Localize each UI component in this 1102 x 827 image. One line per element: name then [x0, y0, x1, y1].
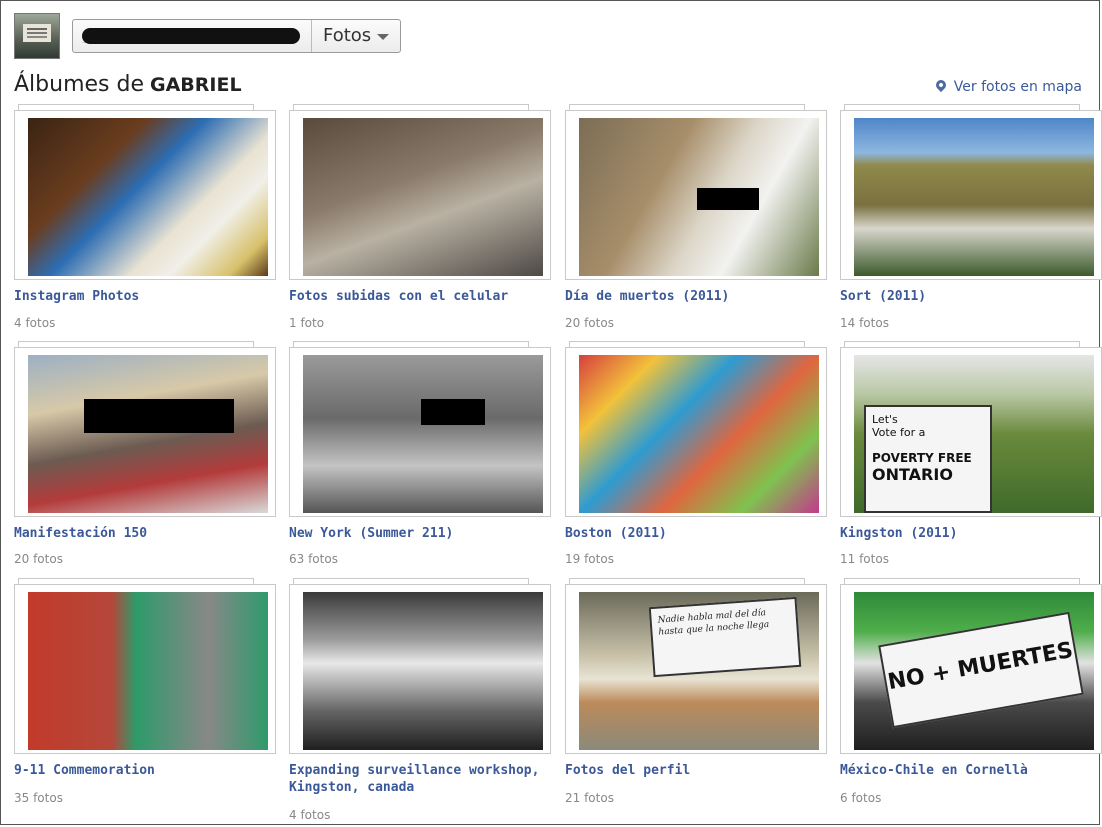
album-title[interactable]: New York (Summer 211) — [289, 525, 553, 542]
photo-sign: Nadie habla mal del día hasta que la noc… — [648, 596, 802, 678]
album-photo[interactable]: NO + MUERTES — [854, 592, 1094, 750]
album-title[interactable]: Manifestación 150 — [14, 525, 278, 542]
album-cover[interactable] — [289, 104, 551, 280]
view-photos-on-map-link[interactable]: Ver fotos en mapa — [933, 77, 1082, 95]
album-photo-count: 21 fotos — [565, 791, 614, 805]
album-photo-count: 1 foto — [289, 316, 325, 330]
title-row: Álbumes de GABRIEL Ver fotos en mapa — [14, 72, 1094, 102]
view-photos-on-map-label: Ver fotos en mapa — [953, 79, 1082, 95]
album-photo[interactable] — [579, 355, 819, 513]
page-title-prefix: Álbumes de — [14, 72, 144, 97]
photo-sign-text: Vote for a — [872, 426, 926, 439]
redaction-bar — [697, 188, 759, 210]
profile-thumbnail[interactable] — [14, 13, 60, 59]
page-title: Álbumes de GABRIEL — [14, 72, 242, 97]
album-photo-count: 20 fotos — [565, 316, 614, 330]
album-title[interactable]: Fotos del perfil — [565, 762, 829, 779]
album-cover[interactable] — [289, 578, 551, 754]
album-photo[interactable] — [854, 118, 1094, 276]
album-title[interactable]: Kingston (2011) — [840, 525, 1102, 542]
photo-banner: NO + MUERTES — [878, 611, 1084, 729]
album-photo[interactable]: Nadie habla mal del día hasta que la noc… — [579, 592, 819, 750]
album-photo[interactable] — [303, 118, 543, 276]
album-cover[interactable] — [14, 341, 276, 517]
album-photo-count: 20 fotos — [14, 552, 63, 566]
breadcrumb: Alejandro Rübén Fotos — [72, 19, 401, 53]
breadcrumb-divider — [311, 20, 312, 52]
album-photo-count: 11 fotos — [840, 552, 889, 566]
album-photo-count: 4 fotos — [14, 316, 56, 330]
album-photo[interactable] — [28, 592, 268, 750]
album-photo-count: 35 fotos — [14, 791, 63, 805]
album-cover[interactable] — [289, 341, 551, 517]
photo-sign-text: ONTARIO — [872, 465, 953, 484]
page-title-owner: GABRIEL — [150, 74, 242, 96]
album-cover[interactable] — [565, 341, 827, 517]
breadcrumb-profile-name[interactable]: Alejandro Rübén — [82, 28, 300, 44]
redaction-bar — [84, 399, 234, 433]
album-photo-count: 6 fotos — [840, 791, 882, 805]
album-title[interactable]: 9-11 Commemoration — [14, 762, 278, 779]
chevron-down-icon[interactable] — [377, 34, 389, 40]
album-title[interactable]: Sort (2011) — [840, 288, 1102, 305]
album-photo[interactable] — [303, 355, 543, 513]
photo-sign-text: POVERTY FREE — [872, 451, 972, 465]
album-title[interactable]: Instagram Photos — [14, 288, 278, 305]
album-cover[interactable] — [14, 578, 276, 754]
album-cover[interactable] — [565, 104, 827, 280]
page-header: Alejandro Rübén Fotos — [14, 13, 1094, 59]
album-photo-count: 19 fotos — [565, 552, 614, 566]
album-title[interactable]: Expanding surveillance workshop, Kingsto… — [289, 762, 553, 796]
breadcrumb-fotos-dropdown[interactable]: Fotos — [323, 25, 371, 46]
album-photo[interactable] — [28, 355, 268, 513]
album-cover[interactable]: NO + MUERTES — [840, 578, 1102, 754]
album-photo-count: 14 fotos — [840, 316, 889, 330]
album-title[interactable]: Fotos subidas con el celular — [289, 288, 553, 305]
album-photo[interactable] — [303, 592, 543, 750]
album-title[interactable]: Boston (2011) — [565, 525, 829, 542]
redaction-bar — [421, 399, 485, 425]
photo-sign: Let's Vote for a POVERTY FREE ONTARIO — [864, 405, 992, 513]
map-pin-icon — [933, 77, 948, 93]
album-cover[interactable] — [14, 104, 276, 280]
album-photo[interactable] — [28, 118, 268, 276]
album-photo-count: 4 fotos — [289, 808, 331, 822]
album-photo[interactable] — [579, 118, 819, 276]
album-title[interactable]: México-Chile en Cornellà — [840, 762, 1102, 779]
photo-sign-text: Let's — [872, 413, 898, 426]
album-title[interactable]: Día de muertos (2011) — [565, 288, 829, 305]
album-photo-count: 63 fotos — [289, 552, 338, 566]
album-cover[interactable] — [840, 104, 1102, 280]
album-cover[interactable]: Nadie habla mal del día hasta que la noc… — [565, 578, 827, 754]
album-cover[interactable]: Let's Vote for a POVERTY FREE ONTARIO — [840, 341, 1102, 517]
album-photo[interactable]: Let's Vote for a POVERTY FREE ONTARIO — [854, 355, 1094, 513]
